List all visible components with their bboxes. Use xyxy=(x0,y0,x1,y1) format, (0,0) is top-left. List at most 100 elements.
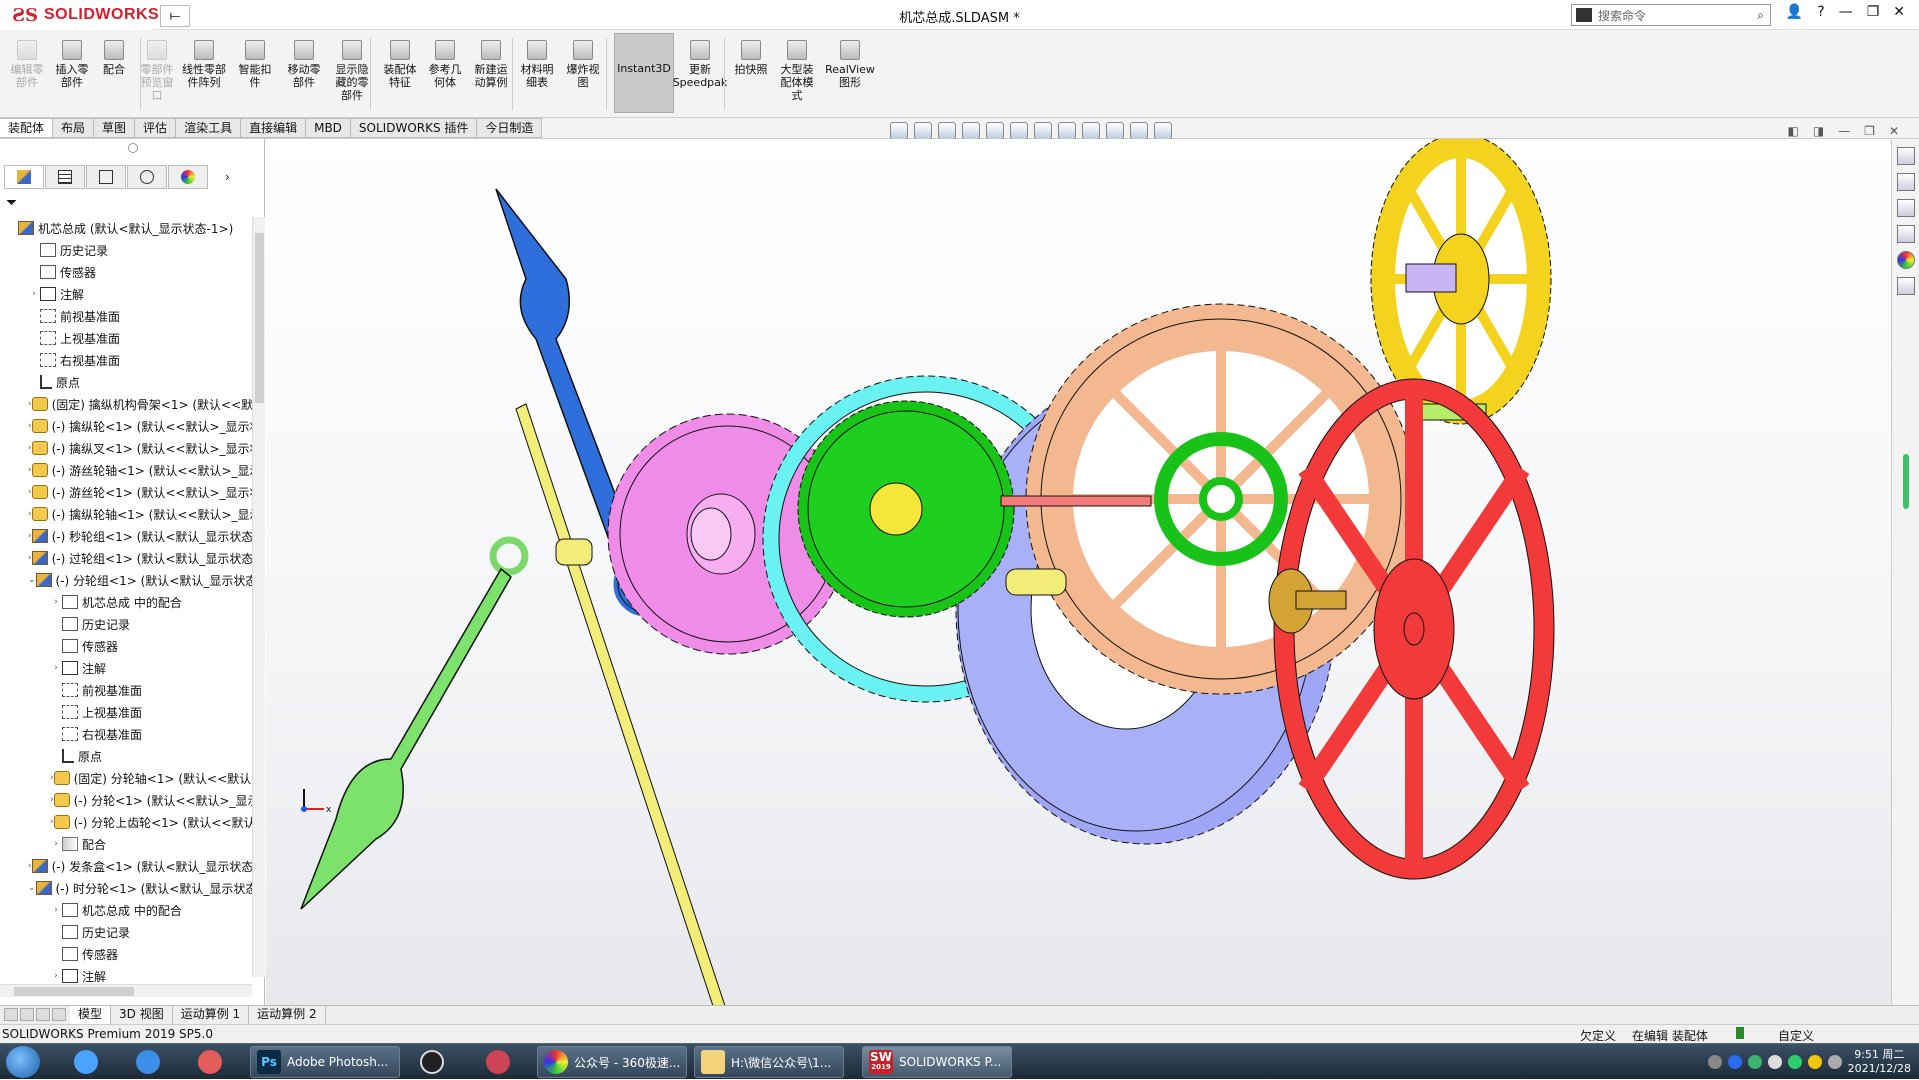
tree-item[interactable]: › (-) 过轮组<1> (默认<默认_显示状态- xyxy=(0,547,252,569)
command-tab[interactable]: 草图 xyxy=(94,118,136,138)
ribbon-button[interactable]: 配合 xyxy=(96,40,132,76)
expand-tabs-arrow[interactable]: › xyxy=(225,165,230,189)
shield-icon[interactable] xyxy=(1787,1055,1802,1069)
ie-browser-icon[interactable] xyxy=(128,1047,168,1077)
tree-item[interactable]: › (-) 分轮上齿轮<1> (默认<<默认 xyxy=(0,811,252,833)
tree-item[interactable]: 原点 xyxy=(0,371,252,393)
model-tab[interactable]: 模型 xyxy=(70,1006,112,1024)
ribbon-button[interactable]: 爆炸视 图 xyxy=(562,40,604,89)
obs-icon[interactable] xyxy=(412,1047,452,1077)
tree-item[interactable]: 历史记录 xyxy=(0,613,252,635)
tree-item[interactable]: 前视基准面 xyxy=(0,305,252,327)
baidu-netdisk-icon[interactable] xyxy=(66,1047,106,1077)
tree-item[interactable]: 右视基准面 xyxy=(0,349,252,371)
scrollbar-thumb[interactable] xyxy=(14,987,134,996)
ribbon-button[interactable]: 线性零部 件阵列 xyxy=(178,40,230,89)
ribbon-button[interactable]: 编辑零 部件 xyxy=(8,40,46,89)
tree-item[interactable]: › (-) 擒纵轮<1> (默认<<默认>_显示状 xyxy=(0,415,252,437)
model-tab[interactable]: 3D 视图 xyxy=(111,1006,173,1024)
green-gear[interactable] xyxy=(797,400,1015,618)
tool-app-icon[interactable] xyxy=(478,1047,518,1077)
tree-item[interactable]: 传感器 xyxy=(0,635,252,657)
dimxpert-tab[interactable] xyxy=(127,165,167,189)
yellow-arbor[interactable] xyxy=(1005,568,1067,596)
volume-icon[interactable] xyxy=(1827,1055,1842,1069)
tree-item[interactable]: ⌄ (-) 时分轮<1> (默认<默认_显示状态- xyxy=(0,877,252,899)
tree-horizontal-scrollbar[interactable] xyxy=(0,984,252,997)
next-tab-arrow-icon[interactable] xyxy=(36,1008,50,1021)
tree-item[interactable]: › 注解 xyxy=(0,283,252,305)
tree-item[interactable]: 机芯总成 (默认<默认_显示状态-1>) xyxy=(0,217,252,239)
tree-item[interactable]: 传感器 xyxy=(0,943,252,965)
clock[interactable]: 9:51 周二 2021/12/28 xyxy=(1848,1048,1911,1076)
minimize-icon[interactable]: — xyxy=(1839,4,1853,20)
ribbon-button[interactable]: 参考几 何体 xyxy=(424,40,466,89)
tree-item[interactable]: 右视基准面 xyxy=(0,723,252,745)
ribbon-button[interactable]: 智能扣 件 xyxy=(234,40,276,89)
tree-item[interactable]: 上视基准面 xyxy=(0,327,252,349)
tree-item[interactable]: 前视基准面 xyxy=(0,679,252,701)
tile-left-icon[interactable]: ◧ xyxy=(1787,124,1798,138)
expand-toggle-icon[interactable]: › xyxy=(28,289,40,299)
tree-item[interactable]: › 配合 xyxy=(0,833,252,855)
previous-view-icon[interactable] xyxy=(938,122,956,140)
tree-item[interactable]: › (-) 游丝轮<1> (默认<<默认>_显示状 xyxy=(0,481,252,503)
taskbar-app-explorer[interactable]: H:\微信公众号\1... xyxy=(694,1046,844,1078)
security-icon[interactable] xyxy=(1767,1055,1782,1069)
apply-scene-icon[interactable] xyxy=(1106,122,1124,140)
command-tab[interactable]: 装配体 xyxy=(0,118,54,138)
minute-hand-green[interactable] xyxy=(300,536,529,910)
design-library-icon[interactable] xyxy=(1896,173,1915,191)
ribbon-button[interactable]: 更新 Speedpak xyxy=(672,40,728,89)
command-tab[interactable]: 今日制造 xyxy=(477,118,543,138)
search-commands-box[interactable]: 搜索命令 ⌕ xyxy=(1571,4,1771,26)
tree-item[interactable]: › (-) 擒纵叉<1> (默认<<默认>_显示状 xyxy=(0,437,252,459)
command-tab[interactable]: 直接编辑 xyxy=(241,118,307,138)
prev-tab-arrow-icon[interactable] xyxy=(20,1008,34,1021)
ribbon-button[interactable]: 显示隐 藏的零 部件 xyxy=(330,40,374,102)
tree-item[interactable]: › (固定) 擒纵机构骨架<1> (默认<<默认 xyxy=(0,393,252,415)
model-tab[interactable]: 运动算例 2 xyxy=(249,1006,326,1024)
last-tab-arrow-icon[interactable] xyxy=(52,1008,66,1021)
display-style-icon[interactable] xyxy=(1034,122,1052,140)
custom-properties-icon[interactable] xyxy=(1896,277,1915,295)
ribbon-button[interactable]: 插入零 部件 xyxy=(52,40,92,89)
tree-item[interactable]: 原点 xyxy=(0,745,252,767)
expand-toggle-icon[interactable]: ⌄ xyxy=(28,883,36,893)
ribbon-button[interactable]: 移动零 部件 xyxy=(282,40,326,89)
propertymanager-tab[interactable] xyxy=(45,165,85,189)
tree-item[interactable]: 历史记录 xyxy=(0,921,252,943)
zoom-to-fit-icon[interactable] xyxy=(890,122,908,140)
view-palette-icon[interactable] xyxy=(1896,225,1915,243)
edit-appearance-icon[interactable] xyxy=(1082,122,1100,140)
tree-item[interactable]: › (固定) 分轮轴<1> (默认<<默认: xyxy=(0,767,252,789)
command-tab[interactable]: 评估 xyxy=(135,118,177,138)
command-tab[interactable]: MBD xyxy=(306,118,351,138)
zoom-to-area-icon[interactable] xyxy=(914,122,932,140)
view-orientation-icon[interactable] xyxy=(1010,122,1028,140)
expand-toggle-icon[interactable]: › xyxy=(50,971,62,981)
command-tab[interactable]: 布局 xyxy=(53,118,95,138)
command-tab[interactable]: SOLIDWORKS 插件 xyxy=(350,118,478,138)
ribbon-button[interactable]: 大型装 配体模 式 xyxy=(776,40,818,102)
expand-toggle-icon[interactable]: › xyxy=(50,905,62,915)
notification-icon[interactable] xyxy=(1807,1055,1822,1069)
command-tab[interactable]: 渲染工具 xyxy=(176,118,242,138)
taskbar-app-photoshop[interactable]: Ps Adobe Photosh... xyxy=(250,1046,400,1078)
task-pane-scroll-handle[interactable] xyxy=(1903,454,1909,509)
tree-item[interactable]: › (-) 游丝轮轴<1> (默认<<默认>_显示 xyxy=(0,459,252,481)
configurationmanager-tab[interactable] xyxy=(86,165,126,189)
appearances-icon[interactable] xyxy=(1896,251,1915,269)
ribbon-button[interactable]: 新建运 动算例 xyxy=(470,40,512,89)
featuremanager-tab[interactable] xyxy=(4,165,44,189)
tree-item[interactable]: › 注解 xyxy=(0,657,252,679)
model-tab[interactable]: 运动算例 1 xyxy=(173,1006,250,1024)
tree-item[interactable]: 传感器 xyxy=(0,261,252,283)
tile-right-icon[interactable]: ◨ xyxy=(1813,124,1824,138)
tree-item[interactable]: 历史记录 xyxy=(0,239,252,261)
restore-icon[interactable]: ❐ xyxy=(1867,4,1880,20)
rebuild-icon[interactable] xyxy=(1736,1027,1744,1039)
tree-vertical-scrollbar[interactable] xyxy=(252,217,265,977)
help-button[interactable]: ? xyxy=(1817,4,1824,20)
tree-item[interactable]: › 机芯总成 中的配合 xyxy=(0,591,252,613)
